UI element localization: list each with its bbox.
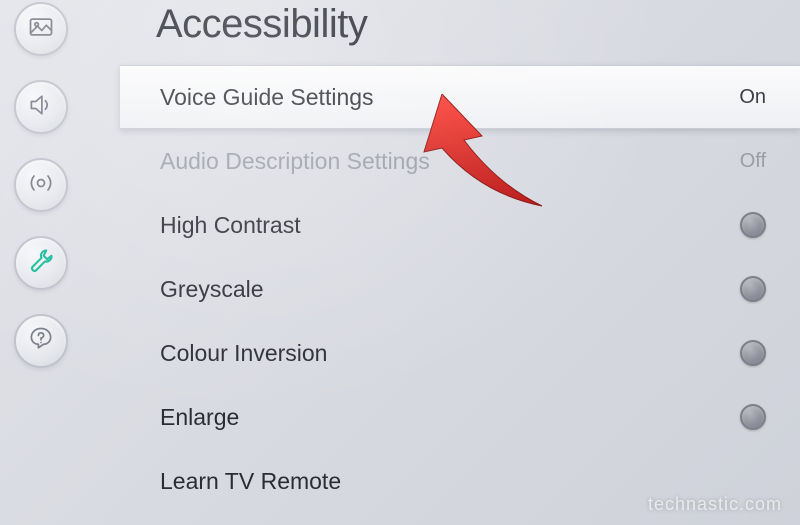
support-icon [27, 325, 55, 358]
page-title: Accessibility [120, 0, 800, 65]
sidebar-item-broadcast[interactable] [14, 158, 68, 212]
row-voice-guide-settings[interactable]: Voice Guide Settings On [120, 65, 800, 129]
row-value: Off [740, 150, 766, 173]
row-high-contrast[interactable]: High Contrast [120, 193, 800, 257]
row-colour-inversion[interactable]: Colour Inversion [120, 321, 800, 385]
row-label: Colour Inversion [160, 340, 327, 367]
sidebar-item-support[interactable] [14, 314, 68, 368]
row-label: Audio Description Settings [160, 148, 430, 175]
toggle-off-icon[interactable] [740, 340, 766, 366]
toggle-off-icon[interactable] [740, 212, 766, 238]
wrench-icon [27, 247, 55, 280]
row-label: High Contrast [160, 212, 301, 239]
broadcast-icon [27, 169, 55, 202]
picture-icon [27, 13, 55, 46]
settings-sidebar [0, 0, 82, 525]
row-label: Greyscale [160, 276, 264, 303]
toggle-off-icon[interactable] [740, 276, 766, 302]
watermark: technastic.com [648, 494, 782, 515]
sound-icon [27, 91, 55, 124]
row-label: Voice Guide Settings [160, 84, 374, 111]
row-label: Learn TV Remote [160, 468, 341, 495]
accessibility-panel: Accessibility Voice Guide Settings On Au… [120, 0, 800, 525]
sidebar-item-general[interactable] [14, 236, 68, 290]
toggle-off-icon[interactable] [740, 404, 766, 430]
row-value: On [739, 86, 766, 109]
row-audio-description-settings: Audio Description Settings Off [120, 129, 800, 193]
row-enlarge[interactable]: Enlarge [120, 385, 800, 449]
sidebar-item-sound[interactable] [14, 80, 68, 134]
row-label: Enlarge [160, 404, 239, 431]
row-greyscale[interactable]: Greyscale [120, 257, 800, 321]
sidebar-item-picture[interactable] [14, 2, 68, 56]
